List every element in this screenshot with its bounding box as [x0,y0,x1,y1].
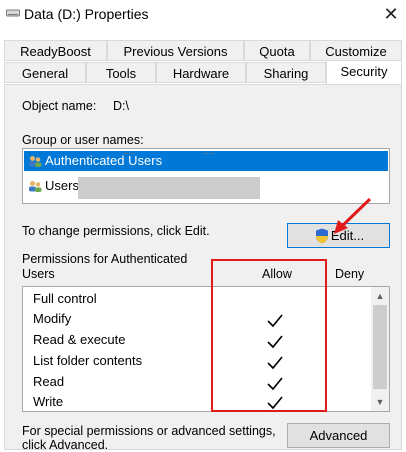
uac-shield-icon [316,228,328,244]
annotation-highlight-box [211,259,327,412]
permission-name: Modify [33,311,72,326]
permission-name: Write [33,394,64,409]
tab-sharing[interactable]: Sharing [246,62,326,83]
separator [124,153,134,155]
tab-general[interactable]: General [4,62,86,83]
object-name-label: Object name: [22,99,97,113]
permission-name: List folder contents [33,353,143,368]
permission-row-read-execute: Read & execute [33,330,126,350]
scroll-up-arrow-icon[interactable]: ▲ [375,291,385,301]
change-permissions-hint: To change permissions, click Edit. [22,224,210,238]
tab-customize[interactable]: Customize [310,40,402,61]
permission-row-modify: Modify [33,309,71,329]
advanced-button[interactable]: Advanced [287,423,390,448]
group-names-label: Group or user names: [22,133,144,147]
tab-row-top: ReadyBoost Previous Versions Quota Custo… [0,40,406,62]
scrollbar-thumb[interactable] [373,305,387,389]
tab-tools[interactable]: Tools [86,62,156,83]
permissions-for-label-line2: Users [22,267,55,281]
redacted-area [78,177,260,199]
permission-name: Full control [33,291,97,306]
close-button[interactable]: ✕ [380,3,402,25]
permissions-list: Full control Modify Read & execute List … [22,286,390,412]
scroll-down-arrow-icon[interactable]: ▼ [375,397,385,407]
permission-row-full-control: Full control [33,289,97,309]
permission-row-list-folder-contents: List folder contents [33,351,142,371]
title-bar: Data (D:) Properties ✕ [0,0,406,30]
permission-name: Read & execute [33,332,126,347]
tab-hardware[interactable]: Hardware [156,62,246,83]
group-item-label: Authenticated Users [45,153,163,168]
tab-previous-versions[interactable]: Previous Versions [107,40,244,61]
permission-row-write: Write [33,392,63,412]
group-item-label: Users [45,178,79,193]
group-item-authenticated-users[interactable]: Authenticated Users [24,151,388,171]
users-icon [29,156,42,167]
permission-name: Read [33,374,65,389]
permission-row-read: Read [33,372,64,392]
deny-column-header: Deny [335,267,365,281]
special-permissions-hint-line1: For special permissions or advanced sett… [22,424,276,438]
tab-readyboost[interactable]: ReadyBoost [4,40,107,61]
object-name-value: D:\ [113,99,129,113]
separator [204,153,214,155]
annotation-arrow-icon [334,197,372,234]
tab-quota[interactable]: Quota [244,40,310,61]
permissions-scrollbar[interactable]: ▲ ▼ [371,287,389,411]
tab-security[interactable]: Security [326,60,402,84]
window-title: Data (D:) Properties [24,6,149,22]
permissions-for-label-line1: Permissions for Authenticated [22,252,188,266]
drive-icon [6,9,20,17]
users-icon [29,181,42,192]
tab-row-bottom: General Tools Hardware Sharing Security [0,60,406,84]
